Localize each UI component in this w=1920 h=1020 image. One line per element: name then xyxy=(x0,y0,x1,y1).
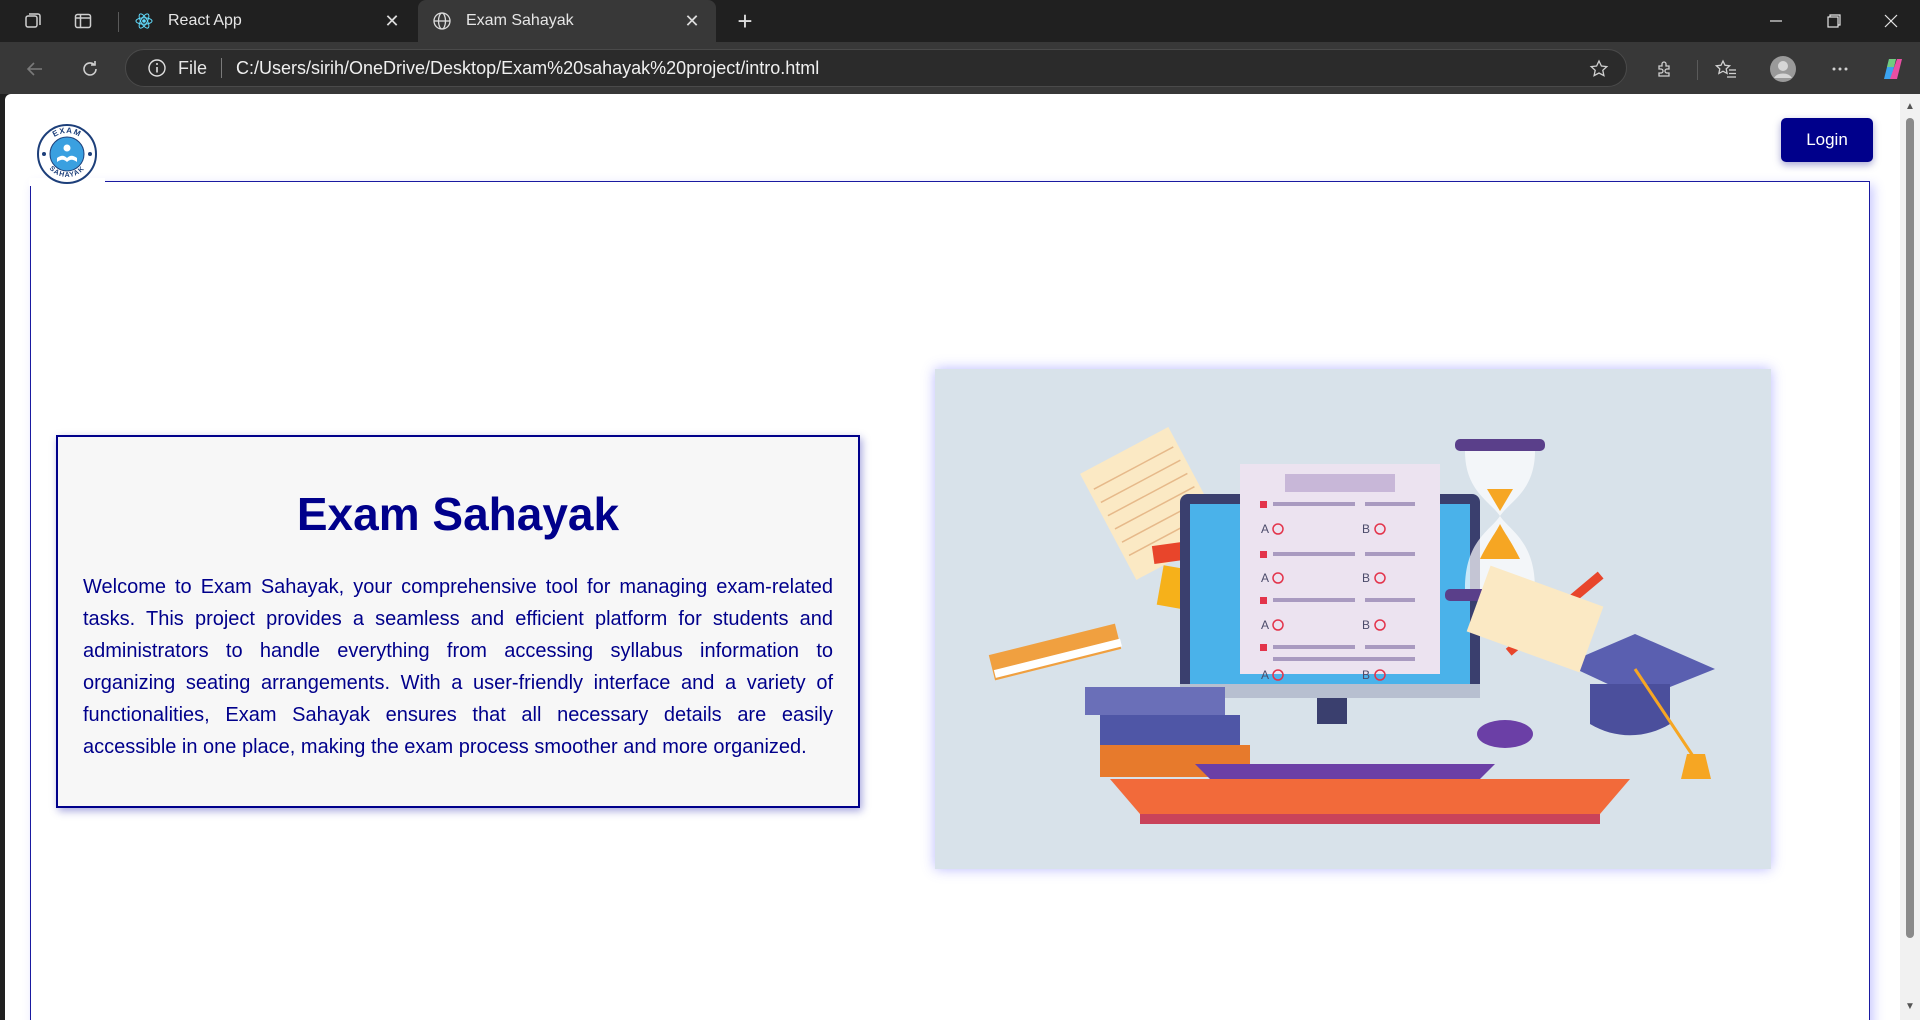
address-bar[interactable]: File C:/Users/sirih/OneDrive/Desktop/Exa… xyxy=(125,49,1627,87)
close-tab-icon[interactable]: ✕ xyxy=(382,11,402,31)
scroll-down-icon[interactable]: ▼ xyxy=(1904,1000,1916,1012)
option-a-label: A xyxy=(1261,618,1269,632)
refresh-icon[interactable] xyxy=(73,52,107,86)
tab-title: Exam Sahayak xyxy=(466,12,574,29)
tab-exam-sahayak[interactable]: Exam Sahayak ✕ xyxy=(418,0,716,42)
page-title: Exam Sahayak xyxy=(296,488,620,540)
restore-icon[interactable] xyxy=(1805,0,1863,42)
back-icon[interactable] xyxy=(18,52,52,86)
exam-illustration-drawing: A B A B A B A B xyxy=(988,426,1715,824)
toolbar-divider xyxy=(1697,60,1698,80)
intro-description: Welcome to Exam Sahayak, your comprehens… xyxy=(83,576,833,758)
option-b-label: B xyxy=(1362,668,1370,682)
minimize-icon[interactable] xyxy=(1747,0,1805,42)
option-b-label: B xyxy=(1362,522,1370,536)
login-button[interactable]: Login xyxy=(1781,118,1873,162)
tab-strip: React App ✕ Exam Sahayak ✕ + xyxy=(0,0,1920,42)
option-b-label: B xyxy=(1362,618,1370,632)
tab-react-app[interactable]: React App ✕ xyxy=(120,0,416,42)
favorites-icon[interactable] xyxy=(1709,52,1743,86)
url-text[interactable]: C:/Users/sirih/OneDrive/Desktop/Exam%20s… xyxy=(236,58,819,79)
option-b-label: B xyxy=(1362,571,1370,585)
option-a-label: A xyxy=(1261,522,1269,536)
copilot-icon[interactable] xyxy=(1876,52,1910,86)
page-scrollbar[interactable]: ▲ ▼ xyxy=(1900,94,1920,1020)
tab-title: React App xyxy=(168,12,242,29)
vertical-tabs-icon[interactable] xyxy=(66,6,100,36)
intro-panel: Exam Sahayak Welcome to Exam Sahayak, yo… xyxy=(56,435,860,808)
exam-illustration: A B A B A B A B xyxy=(935,369,1771,869)
address-divider xyxy=(221,58,223,78)
react-icon xyxy=(134,11,154,31)
browser-window: React App ✕ Exam Sahayak ✕ + File C:/Use… xyxy=(0,0,1920,1020)
favorite-star-icon[interactable] xyxy=(1588,58,1610,80)
exam-sahayak-logo: EXAM SAHAYAK xyxy=(36,123,98,185)
profile-avatar-icon[interactable] xyxy=(1766,52,1800,86)
scroll-up-icon[interactable]: ▲ xyxy=(1904,100,1916,112)
web-page: EXAM SAHAYAK Login Exam Sahayak Welcome … xyxy=(5,94,1900,1020)
close-tab-icon[interactable]: ✕ xyxy=(682,11,702,31)
info-icon[interactable] xyxy=(146,57,168,79)
globe-icon xyxy=(432,11,452,31)
workspaces-icon[interactable] xyxy=(16,6,50,36)
new-tab-icon[interactable]: + xyxy=(728,6,762,36)
scheme-label: File xyxy=(178,57,208,78)
option-a-label: A xyxy=(1261,668,1269,682)
more-options-icon[interactable] xyxy=(1823,52,1857,86)
close-window-icon[interactable] xyxy=(1862,0,1920,42)
option-a-label: A xyxy=(1261,571,1269,585)
extensions-icon[interactable] xyxy=(1648,52,1682,86)
tab-separator xyxy=(118,12,119,32)
browser-toolbar: File C:/Users/sirih/OneDrive/Desktop/Exa… xyxy=(0,42,1920,94)
scrollbar-thumb[interactable] xyxy=(1906,118,1914,938)
